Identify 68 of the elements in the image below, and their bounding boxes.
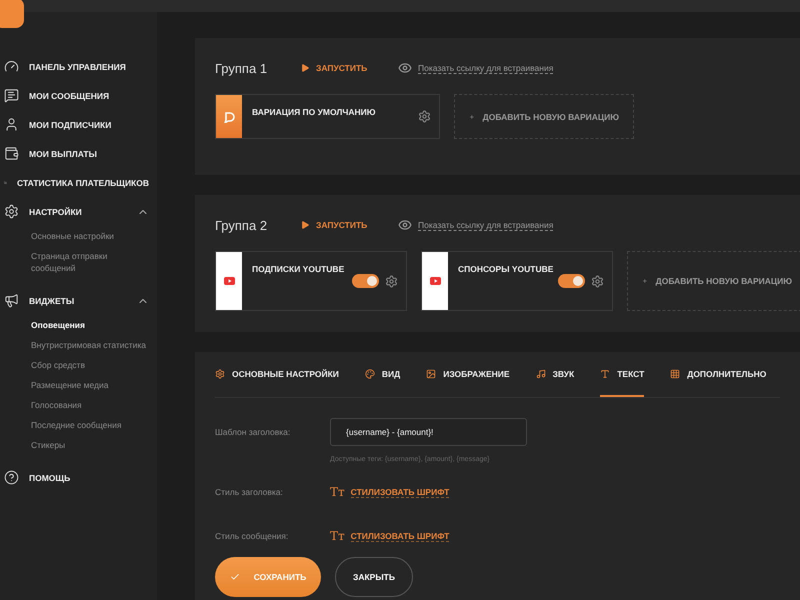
user-icon — [4, 117, 19, 132]
nav-subitem[interactable]: Сбор средств — [0, 355, 157, 375]
help-icon — [4, 470, 19, 485]
close-button[interactable]: ЗАКРЫТЬ — [335, 557, 413, 597]
music-note-icon — [536, 368, 546, 378]
nav-item[interactable]: МОИ СООБЩЕНИЯ — [0, 81, 157, 110]
nav-subitem[interactable]: Основные настройки — [0, 226, 157, 246]
toggle-switch[interactable] — [558, 274, 585, 288]
tab[interactable]: ВИД — [364, 352, 400, 397]
style-font-link[interactable]: СТИЛИЗОВАТЬ ШРИФТ — [350, 486, 450, 498]
embed-link[interactable]: Показать ссылку для встраивания — [418, 220, 554, 230]
wallet-icon — [4, 146, 19, 161]
tab[interactable]: ТЕКСТ — [600, 352, 644, 397]
nav-item[interactable]: СТАТИСТИКА ПЛАТЕЛЬЩИКОВ — [0, 168, 157, 197]
tab[interactable]: ДОПОЛНИТЕЛЬНО — [670, 352, 766, 397]
settings-icon — [4, 204, 19, 219]
video-play-icon — [430, 277, 440, 285]
field-label: Стиль заголовка: — [215, 487, 284, 497]
field-label: Стиль сообщения: — [215, 531, 290, 541]
font-glyph: Тт — [330, 485, 345, 499]
group-title: Группа 1 — [215, 60, 268, 76]
variation-name: ПОДПИСКИ YOUTUBE — [252, 264, 346, 276]
group-title: Группа 2 — [215, 218, 268, 232]
nav-item[interactable]: ВИДЖЕТЫ — [0, 286, 157, 315]
message-icon — [4, 88, 19, 103]
megaphone-icon — [4, 293, 19, 308]
settings-icon — [215, 368, 225, 378]
variation-name: СПОНСОРЫ YOUTUBE — [458, 264, 554, 276]
eye-icon — [398, 218, 412, 232]
image-icon — [426, 368, 436, 378]
settings-icon[interactable] — [418, 110, 431, 123]
play-icon — [300, 63, 310, 73]
nav-subitem[interactable]: Последние сообщения — [0, 415, 157, 435]
font-glyph: Тт — [330, 529, 345, 543]
nav-item[interactable]: ПАНЕЛЬ УПРАВЛЕНИЯ — [0, 52, 157, 81]
run-button[interactable]: ЗАПУСТИТЬ — [300, 220, 398, 230]
video-play-icon — [224, 277, 234, 285]
settings-icon[interactable] — [591, 274, 604, 288]
settings-icon[interactable] — [385, 274, 398, 288]
field-label: Шаблон заголовка: — [215, 427, 292, 437]
embed-link[interactable]: Показать ссылку для встраивания — [418, 62, 554, 74]
nav-subitem[interactable]: Размещение медиа — [0, 375, 157, 395]
nav-subitem[interactable]: Внутристримовая статистика — [0, 335, 157, 355]
tab[interactable]: ИЗОБРАЖЕНИЕ — [426, 352, 510, 397]
input-field[interactable]: {username} - {amount}! — [330, 418, 527, 446]
add-variation-button[interactable]: ДОБАВИТЬ НОВУЮ ВАРИАЦИЮ — [627, 251, 800, 311]
nav-item[interactable]: ПОМОЩЬ — [0, 463, 157, 492]
nav-subitem[interactable]: Оповещения — [0, 315, 157, 335]
grid-icon — [670, 368, 680, 378]
nav-subitem[interactable]: Голосования — [0, 395, 157, 415]
nav-item[interactable]: НАСТРОЙКИ — [0, 197, 157, 226]
eye-icon — [398, 61, 412, 75]
tab[interactable]: ЗВУК — [536, 352, 574, 397]
gauge-icon — [4, 59, 19, 74]
style-font-link[interactable]: СТИЛИЗОВАТЬ ШРИФТ — [350, 530, 450, 542]
add-variation-button[interactable]: ДОБАВИТЬ НОВУЮ ВАРИАЦИЮ — [454, 94, 634, 139]
palette-icon — [364, 368, 375, 378]
nav-subitem[interactable]: Стикеры — [0, 435, 157, 455]
toggle-switch[interactable] — [352, 274, 379, 288]
check-icon — [230, 572, 240, 582]
play-icon — [300, 220, 310, 230]
nav-item[interactable]: МОИ ПОДПИСЧИКИ — [0, 110, 157, 139]
variation-name: ВАРИАЦИЯ ПО УМОЛЧАНИЮ — [252, 107, 376, 119]
run-button[interactable]: ЗАПУСТИТЬ — [300, 63, 398, 73]
tab[interactable]: ОСНОВНЫЕ НАСТРОЙКИ — [215, 352, 339, 397]
nav-item[interactable]: МОИ ВЫПЛАТЫ — [0, 139, 157, 168]
text-icon — [600, 368, 610, 378]
nav-subitem[interactable]: Страница отправки сообщений — [0, 246, 157, 278]
